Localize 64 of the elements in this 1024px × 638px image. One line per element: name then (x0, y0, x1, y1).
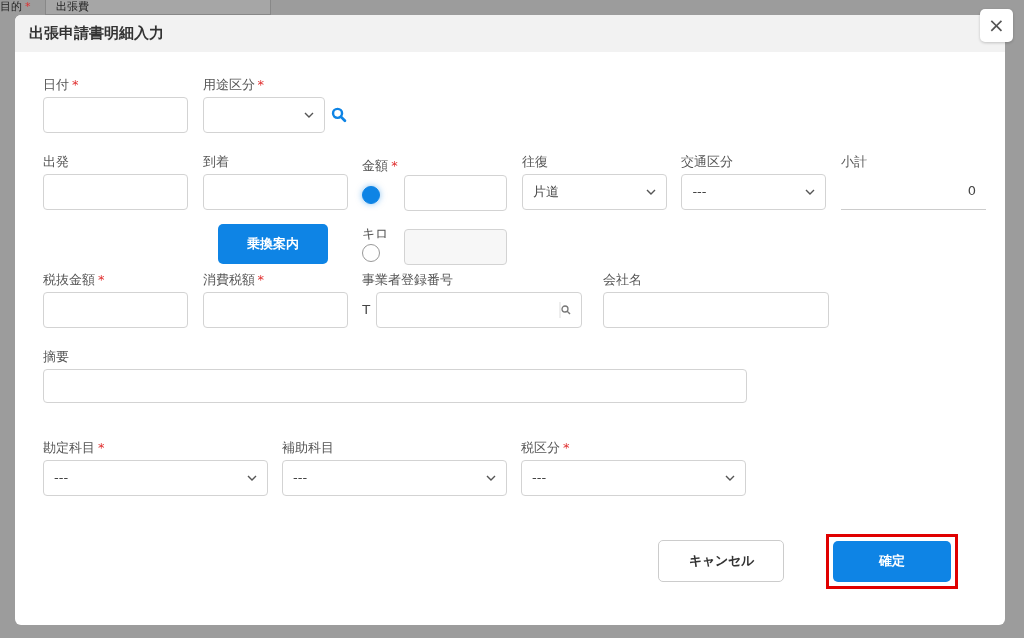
select-field[interactable] (202, 97, 326, 133)
cancel-button[interactable]: キャンセル (658, 540, 784, 582)
field-label: 往復 (521, 153, 549, 171)
chevron-icon (247, 474, 257, 481)
dialog-title: 出張申請書明細入力 (29, 23, 164, 45)
field-label: 事業者登録番号 (362, 270, 455, 289)
radio-button[interactable] (362, 186, 381, 204)
required-mark: * (25, 0, 31, 13)
select-value: --- (54, 468, 69, 487)
field-label: 目的 * (0, 0, 31, 14)
chevron-icon (725, 474, 735, 481)
field-label: 税区分 * (521, 438, 571, 457)
field-label: 到着 (202, 153, 230, 171)
search-icon[interactable] (559, 301, 572, 318)
select-field[interactable]: --- (282, 459, 507, 496)
select-field[interactable]: --- (521, 459, 746, 496)
close-button[interactable]: × (980, 9, 1013, 42)
field-label: 勘定科目 * (43, 438, 106, 457)
required-mark: * (98, 439, 105, 455)
input-field[interactable] (202, 291, 348, 328)
select-value: --- (692, 183, 707, 201)
input-field[interactable] (602, 291, 829, 328)
chevron-icon (304, 112, 315, 118)
field-label: 出発 (43, 153, 70, 171)
radio-button[interactable] (362, 244, 381, 262)
select-field[interactable]: --- (43, 459, 268, 496)
required-mark: * (391, 158, 398, 173)
select-value: --- (293, 468, 308, 487)
select-value: 片道 (532, 183, 559, 201)
prefix-label: T (362, 300, 371, 319)
required-mark: * (257, 77, 265, 92)
field-label: 会社名 (602, 270, 643, 289)
input-field[interactable] (43, 291, 188, 328)
text-area[interactable] (43, 368, 747, 403)
field-label: 消費税額 * (202, 270, 266, 289)
field-label: 交通区分 (681, 153, 735, 171)
input-field[interactable] (202, 174, 348, 210)
required-mark: * (563, 439, 570, 455)
field-label: キロ (362, 225, 390, 243)
field-label: 小計 (840, 153, 868, 171)
required-mark: * (72, 77, 79, 92)
select-field[interactable]: 片道 (521, 174, 667, 210)
field-label: 摘要 (43, 347, 70, 366)
search-field[interactable] (376, 291, 583, 328)
field-label: 補助科目 (282, 438, 335, 457)
required-mark: * (98, 271, 105, 287)
field-label: 税抜金額 * (43, 270, 106, 289)
chevron-icon (486, 474, 496, 481)
transit-guide-button[interactable]: 乗換案内 (217, 224, 328, 264)
field-label: 金額 * (362, 157, 399, 175)
input-field[interactable] (43, 97, 188, 133)
input-field[interactable] (404, 175, 508, 211)
search-icon[interactable] (331, 105, 348, 125)
chevron-icon (645, 189, 656, 195)
field-label: 日付 * (43, 76, 80, 94)
confirm-button[interactable]: 確定 (833, 540, 951, 582)
input-field[interactable] (43, 174, 188, 210)
required-mark: * (257, 271, 265, 287)
select-value: --- (532, 468, 547, 487)
field-label: 用途区分 * (202, 76, 266, 94)
select-field[interactable]: --- (681, 174, 827, 210)
subtotal-value: 0 (840, 174, 986, 210)
chevron-icon (805, 189, 816, 195)
select-field[interactable]: 出張費 (44, 0, 271, 15)
